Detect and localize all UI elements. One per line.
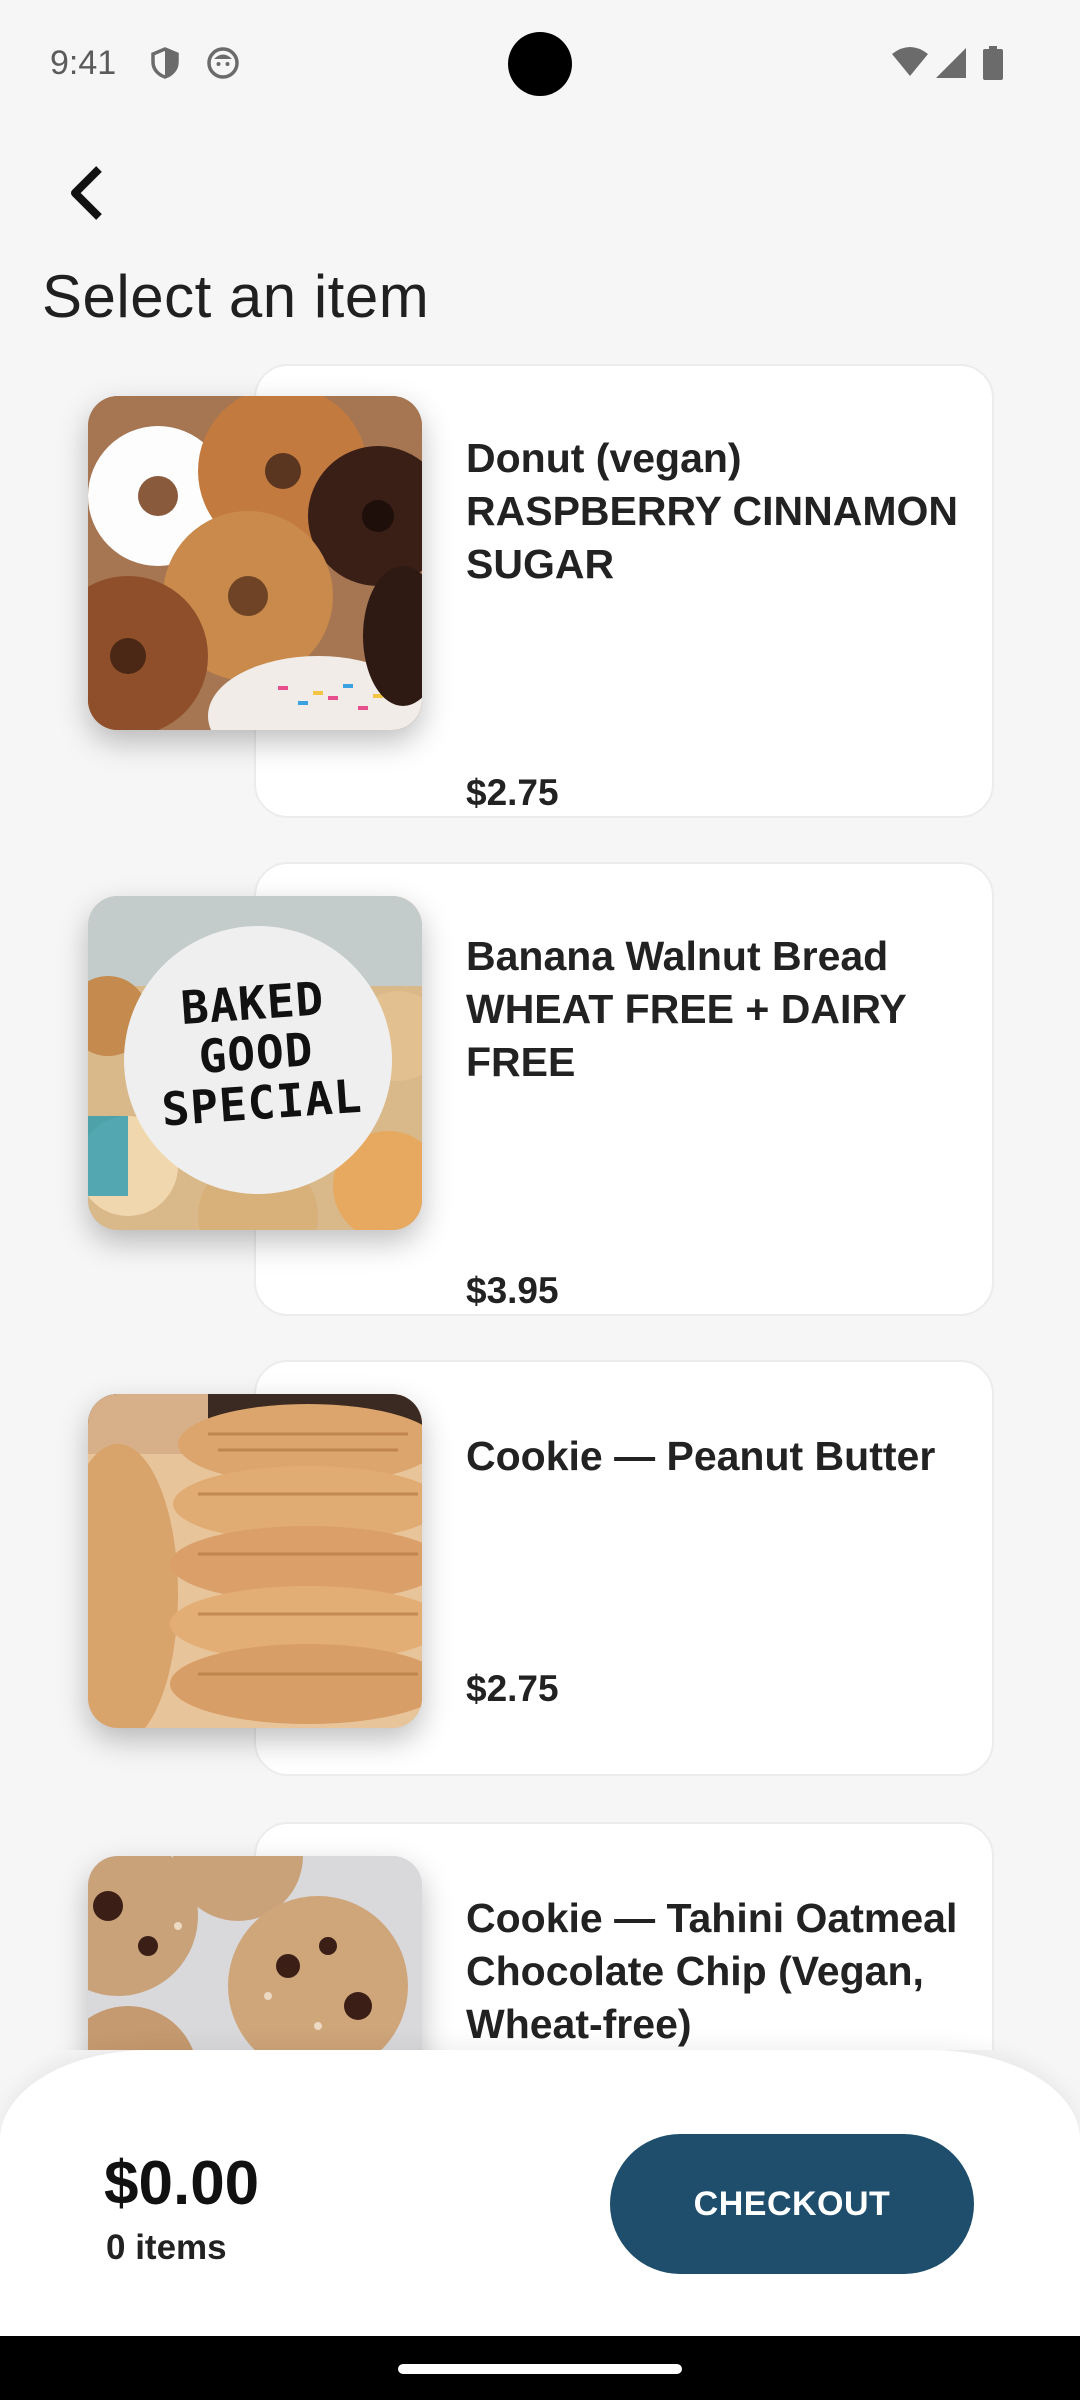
- status-time: 9:41: [50, 44, 117, 82]
- item-price: $2.75: [466, 772, 559, 813]
- cart-item-count: 0 items: [106, 2228, 227, 2267]
- image-overlay-text: BAKED GOOD SPECIAL: [159, 971, 364, 1137]
- home-gesture-handle[interactable]: [398, 2364, 682, 2374]
- wifi-icon: [890, 46, 930, 80]
- item-price: $3.95: [466, 1270, 559, 1311]
- camera-cutout: [508, 32, 572, 96]
- item-image[interactable]: [88, 1394, 422, 1728]
- checkout-button[interactable]: CHECKOUT: [610, 2134, 974, 2274]
- item-image[interactable]: BAKED GOOD SPECIAL: [88, 896, 422, 1230]
- donuts-photo: [88, 396, 422, 730]
- item-name: Cookie — Tahini Oatmeal Chocolate Chip (…: [466, 1895, 958, 2047]
- shield-icon: [148, 46, 182, 80]
- item-name: Donut (vegan) RASPBERRY CINNAMON SUGAR: [466, 435, 959, 587]
- chevron-left-icon: [65, 165, 109, 226]
- item-name: Cookie — Peanut Butter: [466, 1433, 936, 1479]
- battery-icon: [982, 46, 1004, 80]
- peanut-butter-cookies-photo: [88, 1394, 422, 1728]
- cart-total: $0.00: [104, 2149, 260, 2218]
- item-image[interactable]: [88, 1856, 422, 2050]
- navigation-bar: [0, 2336, 1080, 2400]
- signal-icon: [934, 46, 968, 80]
- item-price: $2.75: [466, 1668, 559, 1709]
- item-name: Banana Walnut Bread WHEAT FREE + DAIRY F…: [466, 933, 907, 1085]
- item-list[interactable]: Donut (vegan) RASPBERRY CINNAMON SUGAR $…: [0, 360, 1080, 2050]
- status-bar: 9:41: [0, 0, 1080, 130]
- checkout-sheet: $0.00 0 items CHECKOUT: [0, 2050, 1080, 2340]
- face-icon: [206, 46, 240, 80]
- chocolate-chip-cookies-photo: [88, 1856, 422, 2050]
- item-image[interactable]: [88, 396, 422, 730]
- page-title: Select an item: [42, 263, 430, 330]
- back-button[interactable]: [52, 160, 122, 230]
